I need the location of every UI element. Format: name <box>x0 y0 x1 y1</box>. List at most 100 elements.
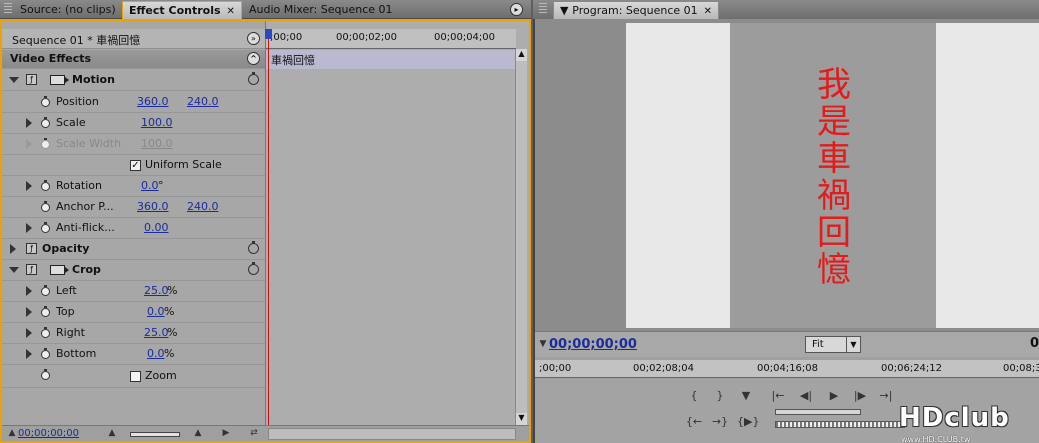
expand-triangle-icon[interactable] <box>10 244 16 254</box>
stopwatch-icon[interactable] <box>41 180 50 191</box>
expand-triangle-icon[interactable] <box>26 349 32 359</box>
zoom-out-icon[interactable]: ▲ <box>106 428 118 439</box>
panel-menu-icon[interactable]: ▸ <box>510 3 523 16</box>
stopwatch-icon[interactable] <box>41 222 50 233</box>
fx-toggle-icon[interactable]: ƒ <box>26 74 37 85</box>
overlay-char: 是 <box>817 102 851 142</box>
stopwatch-icon[interactable] <box>41 201 50 212</box>
jog-slider[interactable] <box>775 409 861 415</box>
crop-bottom-value[interactable]: 0.0 <box>147 347 165 360</box>
step-forward-marker-icon[interactable]: →| <box>877 389 895 405</box>
expand-triangle-icon[interactable] <box>26 223 32 233</box>
scroll-down-icon[interactable]: ▼ <box>516 413 527 425</box>
play-audio-icon[interactable]: ▶ <box>220 428 232 439</box>
overlay-char: 我 <box>817 65 851 105</box>
zoom-in-icon[interactable]: ▲ <box>192 428 204 439</box>
step-back-icon[interactable]: ◀| <box>797 389 815 405</box>
overlay-title-text: 我 是 車 禍 回 憶 <box>814 67 854 289</box>
step-back-marker-icon[interactable]: |← <box>769 389 787 405</box>
go-to-out-icon[interactable]: →} <box>711 415 729 431</box>
shuttle-control[interactable] <box>775 421 905 428</box>
effect-motion[interactable]: ƒ Motion <box>2 70 265 91</box>
stopwatch-icon[interactable] <box>41 306 50 317</box>
stopwatch-icon[interactable] <box>41 369 50 380</box>
position-x-value[interactable]: 360.0 <box>137 95 169 108</box>
sequence-clip-title: Sequence 01 * 車禍回憶 <box>12 34 141 47</box>
expand-triangle-icon[interactable] <box>9 77 19 83</box>
crop-camera-icon[interactable] <box>50 265 69 275</box>
crop-top-value[interactable]: 0.0 <box>147 305 165 318</box>
param-label: Scale Width <box>56 137 122 150</box>
tab-source[interactable]: Source: (no clips) <box>14 1 122 19</box>
reset-icon[interactable] <box>248 72 259 85</box>
scale-value[interactable]: 100.0 <box>141 116 173 129</box>
reset-icon[interactable] <box>248 262 259 275</box>
program-time-ruler[interactable]: ;00;00 00;02;08;04 00;04;16;08 00;06;24;… <box>535 360 1039 378</box>
program-timecode[interactable]: 00;00;00;00 <box>549 337 637 352</box>
close-icon[interactable]: ✕ <box>227 3 235 20</box>
expand-triangle-icon[interactable] <box>26 286 32 296</box>
go-to-in-icon[interactable]: {← <box>685 415 703 431</box>
crop-left-value[interactable]: 25.0 <box>144 284 169 297</box>
reset-icon[interactable] <box>248 241 259 254</box>
horizontal-scrollbar[interactable] <box>268 428 516 440</box>
expand-triangle-icon[interactable] <box>26 307 32 317</box>
effect-list: Sequence 01 * 車禍回憶 » Video Effects ^ ƒ M… <box>2 21 265 425</box>
scroll-up-icon[interactable]: ▲ <box>516 49 527 61</box>
stopwatch-icon[interactable] <box>41 285 50 296</box>
anchor-y-value[interactable]: 240.0 <box>187 200 219 213</box>
effect-crop[interactable]: ƒ Crop <box>2 260 265 281</box>
tab-audio-mixer[interactable]: Audio Mixer: Sequence 01 <box>243 1 399 19</box>
effect-opacity[interactable]: ƒ Opacity <box>2 239 265 260</box>
vertical-scrollbar[interactable]: ▲ ▼ <box>515 49 527 425</box>
chevron-down-icon[interactable]: ▼ <box>846 337 860 352</box>
clip-track[interactable]: 車禍回憶 <box>266 50 516 69</box>
zoom-slider[interactable] <box>130 432 180 437</box>
anti-flicker-value[interactable]: 0.00 <box>144 221 169 234</box>
show-timeline-icon[interactable]: » <box>247 32 260 45</box>
expand-triangle-icon[interactable] <box>26 118 32 128</box>
mark-in-icon[interactable]: { <box>685 389 703 405</box>
play-icon[interactable]: ▶ <box>825 389 843 405</box>
loop-audio-icon[interactable]: ⇄ <box>248 428 260 439</box>
panel-grip[interactable] <box>539 3 547 15</box>
playhead-marker-icon: ▼ <box>539 339 547 349</box>
playhead-line[interactable] <box>268 29 269 425</box>
uniform-scale-checkbox[interactable]: ✓ <box>130 160 141 171</box>
zoom-checkbox[interactable] <box>130 371 141 382</box>
time-ruler[interactable]: ;00;00 00;00;02;00 00;00;04;00 <box>266 29 516 49</box>
param-rotation: Rotation 0.0 ° <box>2 176 265 197</box>
expand-triangle-icon[interactable] <box>9 267 19 273</box>
collapse-icon[interactable]: ^ <box>247 52 260 65</box>
watermark-logo: HDclub www.HD.CLUB.tw <box>899 403 1039 443</box>
anchor-x-value[interactable]: 360.0 <box>137 200 169 213</box>
fx-toggle-icon[interactable]: ƒ <box>26 264 37 275</box>
expand-triangle-icon[interactable] <box>26 328 32 338</box>
checkbox-label: Uniform Scale <box>145 158 222 171</box>
step-forward-icon[interactable]: |▶ <box>851 389 869 405</box>
motion-camera-icon[interactable] <box>50 75 69 85</box>
panel-grip[interactable] <box>4 3 12 15</box>
close-icon[interactable]: ✕ <box>704 3 712 20</box>
mark-out-icon[interactable]: } <box>711 389 729 405</box>
param-label: Scale <box>56 116 86 129</box>
current-timecode[interactable]: 00;00;00;00 <box>18 428 79 439</box>
rotation-value[interactable]: 0.0 <box>141 179 159 192</box>
tab-effect-controls[interactable]: Effect Controls ✕ <box>122 1 242 19</box>
stopwatch-icon[interactable] <box>41 327 50 338</box>
fx-toggle-icon[interactable]: ƒ <box>26 243 37 254</box>
tab-program-label: Program: Sequence 01 <box>572 4 698 17</box>
set-marker-icon[interactable]: ▼ <box>737 389 755 405</box>
stopwatch-icon[interactable] <box>41 348 50 359</box>
stopwatch-icon[interactable] <box>41 117 50 128</box>
crop-right-value[interactable]: 25.0 <box>144 326 169 339</box>
tab-menu-arrow-icon[interactable]: ▼ <box>560 4 572 17</box>
expand-triangle-icon[interactable] <box>26 181 32 191</box>
stopwatch-icon[interactable] <box>41 96 50 107</box>
position-y-value[interactable]: 240.0 <box>187 95 219 108</box>
play-in-to-out-icon[interactable]: {▶} <box>737 415 759 431</box>
monitor-controls-bar: ▼ 00;00;00;00 Fit ▼ 0 <box>535 331 1039 357</box>
zoom-fit-select[interactable]: Fit ▼ <box>805 336 861 353</box>
tab-program[interactable]: ▼ Program: Sequence 01 ✕ <box>553 1 720 20</box>
playhead-handle[interactable] <box>265 29 272 39</box>
